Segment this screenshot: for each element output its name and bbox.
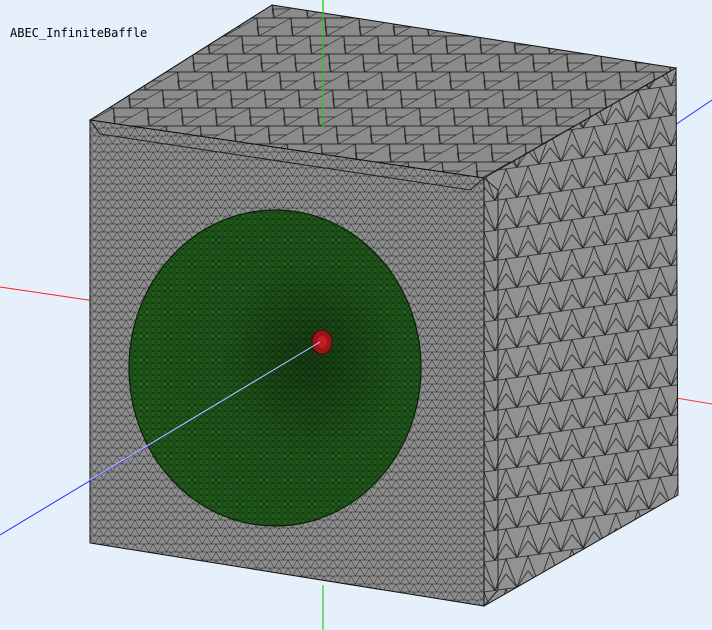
mesh-scene[interactable] xyxy=(0,0,712,630)
dust-cap-center xyxy=(317,336,327,348)
z-axis-far xyxy=(674,99,712,126)
speaker-cone[interactable] xyxy=(128,209,422,527)
x-axis-left xyxy=(0,286,96,302)
cone-shading xyxy=(129,210,421,526)
3d-viewport[interactable]: ABEC_InfiniteBaffle xyxy=(0,0,712,630)
model-title: ABEC_InfiniteBaffle xyxy=(10,26,148,40)
